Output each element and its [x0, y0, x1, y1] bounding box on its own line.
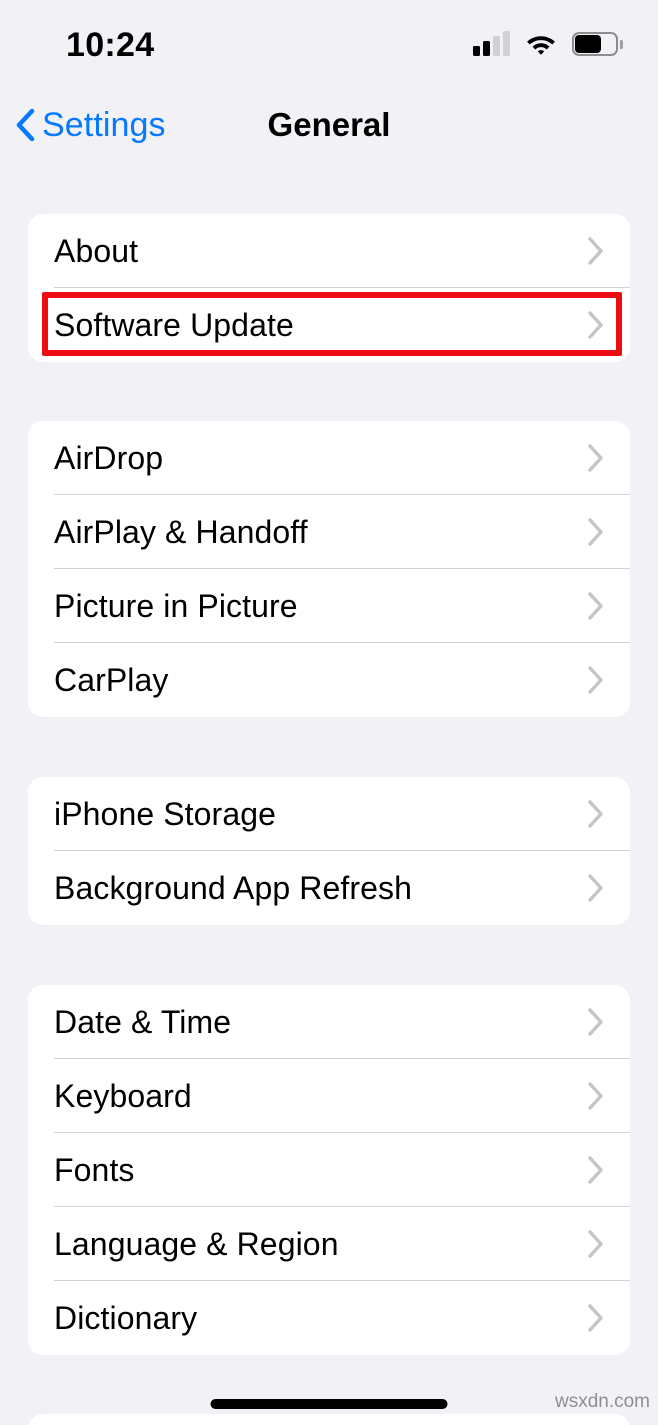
chevron-right-icon	[586, 798, 606, 830]
chevron-right-icon	[586, 442, 606, 474]
settings-row-carplay[interactable]: CarPlay	[28, 643, 630, 717]
iphone-settings-screen: 10:24 Settings General About Software Up…	[0, 0, 658, 1425]
settings-row-label: Picture in Picture	[54, 587, 298, 624]
chevron-right-icon	[586, 1154, 606, 1186]
settings-group-system: About Software Update	[28, 214, 630, 362]
settings-row-label: iPhone Storage	[54, 795, 277, 832]
chevron-right-icon	[586, 664, 606, 696]
settings-row-picture-in-picture[interactable]: Picture in Picture	[28, 569, 630, 643]
settings-row-airdrop[interactable]: AirDrop	[28, 421, 630, 495]
settings-row-airplay-handoff[interactable]: AirPlay & Handoff	[28, 495, 630, 569]
settings-row-label: Keyboard	[54, 1077, 192, 1114]
watermark: wsxdn.com	[554, 1391, 650, 1412]
settings-row-label: Fonts	[54, 1151, 135, 1188]
settings-row-dictionary[interactable]: Dictionary	[28, 1281, 630, 1355]
settings-group-localization: Date & Time Keyboard Fonts Language & Re…	[28, 985, 630, 1355]
settings-row-language-region[interactable]: Language & Region	[28, 1207, 630, 1281]
settings-row-iphone-storage[interactable]: iPhone Storage	[28, 777, 630, 851]
home-indicator[interactable]	[210, 1399, 448, 1409]
chevron-right-icon	[586, 516, 606, 548]
chevron-right-icon	[586, 1080, 606, 1112]
settings-row-keyboard[interactable]: Keyboard	[28, 1059, 630, 1133]
chevron-right-icon	[586, 1302, 606, 1334]
settings-row-background-app-refresh[interactable]: Background App Refresh	[28, 851, 630, 925]
settings-row-label: Dictionary	[54, 1299, 198, 1336]
settings-group-connectivity: AirDrop AirPlay & Handoff Picture in Pic…	[28, 421, 630, 717]
settings-row-label: CarPlay	[54, 661, 169, 698]
chevron-right-icon	[586, 309, 606, 341]
settings-row-label: AirPlay & Handoff	[54, 513, 308, 550]
settings-row-label: Background App Refresh	[54, 869, 412, 906]
settings-group-storage: iPhone Storage Background App Refresh	[28, 777, 630, 925]
chevron-right-icon	[586, 590, 606, 622]
chevron-right-icon	[586, 1228, 606, 1260]
settings-list: About Software Update AirDrop AirPlay & …	[0, 0, 658, 1425]
settings-row-label: Date & Time	[54, 1003, 232, 1040]
settings-row-about[interactable]: About	[28, 214, 630, 288]
settings-row-label: Software Update	[54, 306, 294, 343]
settings-row-label: AirDrop	[54, 439, 164, 476]
settings-group-partial-below	[28, 1414, 630, 1425]
settings-row-date-time[interactable]: Date & Time	[28, 985, 630, 1059]
settings-row-fonts[interactable]: Fonts	[28, 1133, 630, 1207]
settings-row-label: About	[54, 232, 139, 269]
chevron-right-icon	[586, 872, 606, 904]
chevron-right-icon	[586, 1006, 606, 1038]
chevron-right-icon	[586, 235, 606, 267]
settings-row-software-update[interactable]: Software Update	[28, 288, 630, 362]
settings-row-label: Language & Region	[54, 1225, 339, 1262]
